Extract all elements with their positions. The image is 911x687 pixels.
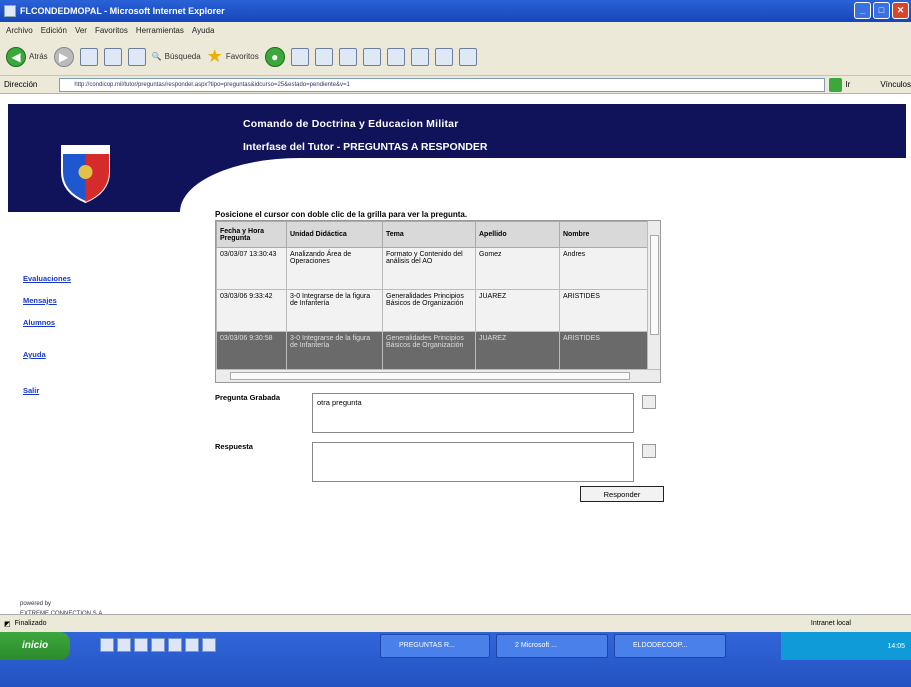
page-header: Comando de Doctrina y Educacion Militar … bbox=[8, 104, 906, 212]
stop-icon[interactable] bbox=[79, 47, 98, 66]
media-icon[interactable]: ● bbox=[264, 46, 285, 67]
system-tray: 14:05 bbox=[781, 632, 911, 660]
shield-logo-icon bbox=[61, 145, 110, 204]
refresh-icon[interactable] bbox=[103, 47, 122, 66]
grid-vertical-scrollbar[interactable] bbox=[647, 221, 660, 371]
table-row[interactable]: 03/03/06 9:33:42 3-0 Integrarse de la fi… bbox=[216, 289, 650, 332]
zone-text: Intranet local bbox=[810, 620, 851, 627]
edit-icon[interactable] bbox=[362, 47, 381, 66]
powered-by-label: powered by bbox=[20, 601, 52, 607]
outlook-icon[interactable] bbox=[134, 638, 148, 652]
nav-salir[interactable]: Salir bbox=[23, 386, 39, 395]
col-nombre[interactable]: Nombre bbox=[559, 221, 650, 248]
responder-button[interactable]: Responder bbox=[580, 486, 664, 502]
back-arrow-icon: ◀ bbox=[6, 46, 26, 67]
col-apellido[interactable]: Apellido bbox=[475, 221, 560, 248]
menu-archivo[interactable]: Archivo bbox=[6, 26, 33, 35]
excel-quicklaunch-icon[interactable] bbox=[168, 638, 182, 652]
forward-arrow-icon: ▶ bbox=[53, 46, 74, 67]
folder-icon[interactable] bbox=[386, 47, 405, 66]
page-done-icon: ◩ bbox=[4, 620, 11, 628]
search-button[interactable]: 🔍 Búsqueda bbox=[152, 45, 201, 69]
page-subtitle: Interfase del Tutor - PREGUNTAS A RESPON… bbox=[243, 141, 488, 153]
window-controls: _ □ ✕ bbox=[854, 2, 909, 19]
search-icon: 🔍 bbox=[151, 52, 162, 61]
star-icon: ★ bbox=[206, 46, 223, 66]
desktop-icon[interactable] bbox=[117, 638, 131, 652]
nav-ayuda[interactable]: Ayuda bbox=[23, 350, 46, 359]
instructions-text: Posicione el cursor con doble clic de la… bbox=[215, 210, 468, 219]
quick-launch bbox=[100, 638, 216, 652]
answer-field[interactable] bbox=[312, 442, 634, 482]
mail-icon[interactable] bbox=[314, 47, 333, 66]
nav-mensajes[interactable]: Mensajes bbox=[23, 296, 57, 305]
menu-ayuda[interactable]: Ayuda bbox=[192, 26, 215, 35]
status-bar: ◩ Finalizado Intranet local bbox=[0, 614, 911, 632]
address-label: Dirección bbox=[4, 80, 38, 89]
favorites-button[interactable]: ★ Favoritos bbox=[207, 45, 259, 69]
window-title: FLCONDEDMOPAL - Microsoft Internet Explo… bbox=[20, 6, 225, 16]
print-icon[interactable] bbox=[338, 47, 357, 66]
question-label: Pregunta Grabada bbox=[215, 393, 281, 402]
task-preguntas[interactable]: PREGUNTAS R... bbox=[380, 634, 490, 658]
browser-toolbar: ◀ Atrás ▶ 🔍 Búsqueda ★ Favoritos ● bbox=[0, 38, 911, 76]
menu-bar: Archivo Edición Ver Favoritos Herramient… bbox=[0, 22, 911, 38]
left-sidebar bbox=[8, 212, 198, 607]
nav-evaluaciones[interactable]: Evaluaciones bbox=[23, 274, 71, 283]
excel-icon[interactable] bbox=[434, 47, 453, 66]
task-microsoft[interactable]: 2 Microsoft ... bbox=[496, 634, 608, 658]
messenger-icon[interactable] bbox=[458, 47, 477, 66]
taskbar: inicio PREGUNTAS R... 2 Microsoft ... EL… bbox=[0, 632, 911, 687]
ie-quicklaunch-icon[interactable] bbox=[100, 638, 114, 652]
start-button[interactable]: inicio bbox=[0, 632, 70, 660]
word-icon[interactable] bbox=[410, 47, 429, 66]
questions-grid: Fecha y Hora Pregunta Unidad Didáctica T… bbox=[215, 220, 661, 383]
address-input[interactable]: http://condicop.mil/tutor/preguntas/resp… bbox=[59, 77, 825, 92]
page-title: Comando de Doctrina y Educacion Militar bbox=[243, 118, 459, 130]
col-unidad[interactable]: Unidad Didáctica bbox=[286, 221, 383, 248]
go-button[interactable] bbox=[828, 77, 843, 92]
col-fecha[interactable]: Fecha y Hora Pregunta bbox=[216, 221, 287, 248]
history-icon[interactable] bbox=[290, 47, 309, 66]
status-text: Finalizado bbox=[14, 620, 47, 627]
answer-side-button[interactable] bbox=[642, 444, 656, 458]
maximize-button[interactable]: □ bbox=[873, 2, 890, 19]
answer-label: Respuesta bbox=[215, 442, 253, 451]
back-button[interactable]: ◀ Atrás bbox=[6, 45, 48, 69]
address-bar: Dirección http://condicop.mil/tutor/preg… bbox=[0, 76, 911, 94]
table-row[interactable]: 03/03/07 13:30:43 Analizando Área de Ope… bbox=[216, 247, 650, 290]
menu-ver[interactable]: Ver bbox=[75, 26, 87, 35]
task-eldodecoop[interactable]: ELDODECOOP... bbox=[614, 634, 726, 658]
links-label[interactable]: Vínculos bbox=[880, 80, 911, 89]
forward-button[interactable]: ▶ bbox=[53, 45, 74, 69]
close-button[interactable]: ✕ bbox=[892, 2, 909, 19]
menu-favoritos[interactable]: Favoritos bbox=[95, 26, 128, 35]
table-row-selected[interactable]: 03/03/06 9:30:58 3-0 Integrarse de la fi… bbox=[216, 331, 650, 374]
grid-header-row: Fecha y Hora Pregunta Unidad Didáctica T… bbox=[216, 221, 650, 248]
menu-herramientas[interactable]: Herramientas bbox=[136, 26, 184, 35]
grid-horizontal-scrollbar[interactable] bbox=[216, 369, 660, 382]
window-titlebar: FLCONDEDMOPAL - Microsoft Internet Explo… bbox=[0, 0, 911, 22]
nav-alumnos[interactable]: Alumnos bbox=[23, 318, 55, 327]
question-side-button[interactable] bbox=[642, 395, 656, 409]
col-tema[interactable]: Tema bbox=[382, 221, 476, 248]
home-icon[interactable] bbox=[127, 47, 146, 66]
explorer-icon[interactable] bbox=[185, 638, 199, 652]
minimize-button[interactable]: _ bbox=[854, 2, 871, 19]
question-field[interactable]: otra pregunta bbox=[312, 393, 634, 433]
word-quicklaunch-icon[interactable] bbox=[151, 638, 165, 652]
go-label[interactable]: Ir bbox=[845, 80, 850, 89]
media-quicklaunch-icon[interactable] bbox=[202, 638, 216, 652]
clock: 14:05 bbox=[887, 642, 905, 650]
menu-edicion[interactable]: Edición bbox=[41, 26, 67, 35]
ie-icon bbox=[4, 5, 16, 17]
